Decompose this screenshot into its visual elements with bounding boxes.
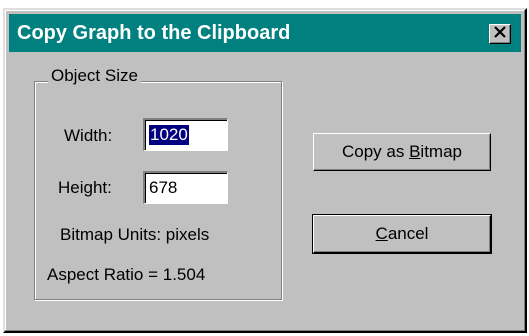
- close-icon: [494, 25, 506, 43]
- height-field[interactable]: 678: [143, 171, 228, 204]
- aspect-ratio-text: Aspect Ratio = 1.504: [47, 265, 206, 284]
- cancel-button[interactable]: Cancel: [312, 214, 492, 254]
- close-button[interactable]: [489, 24, 511, 44]
- bitmap-units-text: Bitmap Units: pixels: [60, 225, 210, 244]
- dialog-title: Copy Graph to the Clipboard: [17, 22, 291, 44]
- object-size-legend: Object Size: [48, 66, 141, 86]
- width-value: 1020: [149, 125, 189, 145]
- width-field[interactable]: 1020: [143, 118, 228, 151]
- cancel-label: Cancel: [375, 224, 429, 243]
- width-label: Width:: [64, 126, 113, 145]
- copy-as-bitmap-label: Copy as Bitmap: [341, 142, 462, 161]
- title-bar: Copy Graph to the Clipboard: [9, 14, 521, 52]
- copy-as-bitmap-button[interactable]: Copy as Bitmap: [313, 133, 491, 171]
- height-value: 678: [149, 178, 178, 197]
- height-label: Height:: [58, 178, 112, 197]
